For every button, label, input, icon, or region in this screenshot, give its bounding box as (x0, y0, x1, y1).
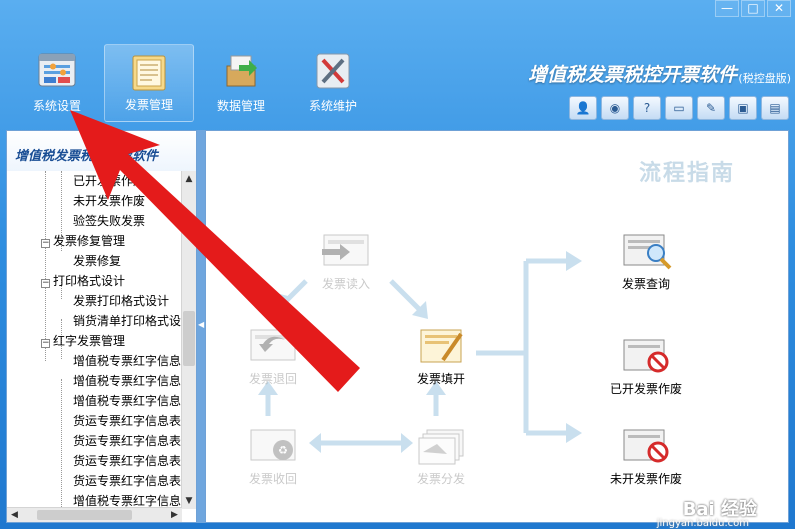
node-label: 发票退回 (248, 372, 297, 386)
network-button[interactable]: ◉ (601, 96, 629, 120)
node-return[interactable]: 发票退回 (228, 326, 318, 387)
help-icon: ? (643, 101, 651, 115)
scroll-thumb[interactable] (183, 311, 195, 366)
tree-item[interactable]: 增值税专票红字信息 (73, 371, 181, 391)
node-fill[interactable]: 发票填开 (396, 326, 486, 387)
toolbar-invoice-management[interactable]: 发票管理 (104, 44, 194, 122)
tree-item[interactable]: 销货清单打印格式设 (73, 311, 181, 331)
tree-item[interactable]: 增值税专票红字信息 (73, 391, 181, 411)
user-button[interactable]: 👤 (569, 96, 597, 120)
pen-button[interactable]: ✎ (697, 96, 725, 120)
lock-button[interactable]: ▣ (729, 96, 757, 120)
toolbar-label: 系统维护 (308, 99, 357, 113)
tree-group[interactable]: − 红字发票管理 (41, 331, 125, 351)
collapse-arrow-icon[interactable]: ◀ (198, 320, 204, 329)
tree-item[interactable]: 发票修复 (73, 251, 121, 271)
node-void-issued[interactable]: 已开发票作废 (601, 336, 691, 397)
invoice-search-icon (623, 234, 672, 270)
node-read-in[interactable]: 发票读入 (301, 231, 391, 292)
tree-item[interactable]: 未开发票作废 (73, 191, 145, 211)
window-controls: — □ ✕ (715, 0, 791, 17)
pen-icon: ✎ (705, 101, 717, 115)
toolbar-label: 系统设置 (32, 99, 81, 113)
tree-item[interactable]: 货运专票红字信息表 (73, 471, 181, 491)
node-void-unissued[interactable]: 未开发票作废 (601, 426, 691, 487)
close-button[interactable]: ✕ (767, 0, 791, 17)
navigation-title: 增值税发票税控开票软件 (7, 131, 196, 171)
window-icon: ▭ (673, 101, 685, 115)
tree-item[interactable]: 已开发票作废 (73, 171, 145, 191)
toolbar-data-management[interactable]: 数据管理 (196, 44, 286, 122)
lock-icon: ▣ (737, 101, 749, 115)
main-toolbar: 系统设置 发票管理 数据管理 系统维护 (12, 44, 380, 124)
toolbar-label: 数据管理 (216, 99, 265, 113)
invoice-void-icon (623, 429, 669, 463)
globe-icon: ◉ (609, 101, 621, 115)
svg-text:♻: ♻ (278, 444, 288, 457)
horizontal-scrollbar[interactable]: ◀ ▶ (7, 507, 182, 522)
tree-item[interactable]: 验签失败发票 (73, 211, 145, 231)
maximize-button[interactable]: □ (741, 0, 765, 17)
scroll-right-icon[interactable]: ▶ (167, 508, 182, 522)
invoice-void-icon (623, 339, 669, 373)
tree-group-label: 发票修复管理 (53, 234, 126, 248)
node-label: 已开发票作废 (609, 382, 682, 396)
user-icon: 👤 (575, 101, 591, 115)
app-title: 增值税发票税控开票软件 (527, 65, 737, 86)
toolbar-system-settings[interactable]: 系统设置 (12, 44, 102, 122)
scroll-thumb[interactable] (37, 510, 132, 520)
recycle-icon: ♻ (250, 429, 296, 461)
scroll-down-icon[interactable]: ▼ (182, 493, 196, 509)
node-label: 发票分发 (416, 472, 465, 486)
tree-group-label: 红字发票管理 (53, 334, 126, 348)
tree-group[interactable]: − 打印格式设计 (41, 271, 125, 291)
minimize-button[interactable]: — (715, 0, 739, 17)
collapse-icon[interactable]: − (41, 339, 50, 348)
settings-panel-icon (38, 53, 76, 87)
invoice-read-icon (322, 234, 369, 266)
vertical-scrollbar[interactable]: ▲ ▼ (181, 171, 196, 509)
tree-item[interactable]: 增值税专票红字信息 (73, 351, 181, 371)
node-query[interactable]: 发票查询 (601, 231, 691, 292)
node-receive[interactable]: ♻ 发票收回 (228, 426, 318, 487)
node-label: 发票收回 (248, 472, 297, 486)
clipboard-icon: ▤ (769, 101, 781, 115)
tree-item[interactable]: 货运专票红字信息表 (73, 411, 181, 431)
node-label: 发票读入 (321, 277, 370, 291)
watermark-url: jingyan.baidu.com (656, 518, 749, 529)
tree-group-label: 打印格式设计 (53, 274, 126, 288)
tree-item[interactable]: 发票打印格式设计 (73, 291, 169, 311)
panel-splitter[interactable]: ◀ (197, 130, 205, 523)
tree-item[interactable]: 货运专票红字信息表 (73, 451, 181, 471)
tree-connector (61, 379, 62, 509)
navigation-tree: 已开发票作废 未开发票作废 验签失败发票 − 发票修复管理 发票修复 − 打印格式设… (7, 171, 182, 509)
workflow-guide: 流程指南 发票读入 发票退回 ♻ 发票收回 发票填开 发票分发 发票查询 已开发… (205, 130, 789, 523)
scroll-left-icon[interactable]: ◀ (7, 508, 22, 522)
toolbar-label: 发票管理 (124, 98, 173, 112)
tree-group[interactable]: − 发票修复管理 (41, 231, 125, 251)
clipboard-button[interactable]: ▤ (761, 96, 789, 120)
node-label: 未开发票作废 (609, 472, 682, 486)
collapse-icon[interactable]: − (41, 279, 50, 288)
app-subtitle: (税控盘版) (738, 72, 791, 85)
invoice-folder-icon (132, 55, 166, 91)
invoice-fill-icon (420, 329, 463, 363)
data-box-icon (226, 55, 257, 87)
collapse-icon[interactable]: − (41, 239, 50, 248)
invoice-stack-icon (418, 429, 464, 465)
node-label: 发票填开 (416, 372, 465, 386)
quick-toolbar: 👤 ◉ ? ▭ ✎ ▣ ▤ (569, 96, 789, 120)
node-distribute[interactable]: 发票分发 (396, 426, 486, 487)
app-window: — □ ✕ 系统设置 发票管理 数据管理 系统维护 增值税发票税控开票软件 (税… (0, 0, 795, 529)
tree-item[interactable]: 货运专票红字信息表 (73, 431, 181, 451)
toolbar-system-maintenance[interactable]: 系统维护 (288, 44, 378, 122)
navigation-panel: 增值税发票税控开票软件 已开发票作废 未开发票作废 验签失败发票 − 发票修复管理… (6, 130, 197, 523)
tools-icon (316, 53, 350, 89)
window-button[interactable]: ▭ (665, 96, 693, 120)
help-button[interactable]: ? (633, 96, 661, 120)
scroll-up-icon[interactable]: ▲ (182, 171, 196, 187)
invoice-return-icon (250, 329, 296, 361)
node-label: 发票查询 (621, 277, 670, 291)
